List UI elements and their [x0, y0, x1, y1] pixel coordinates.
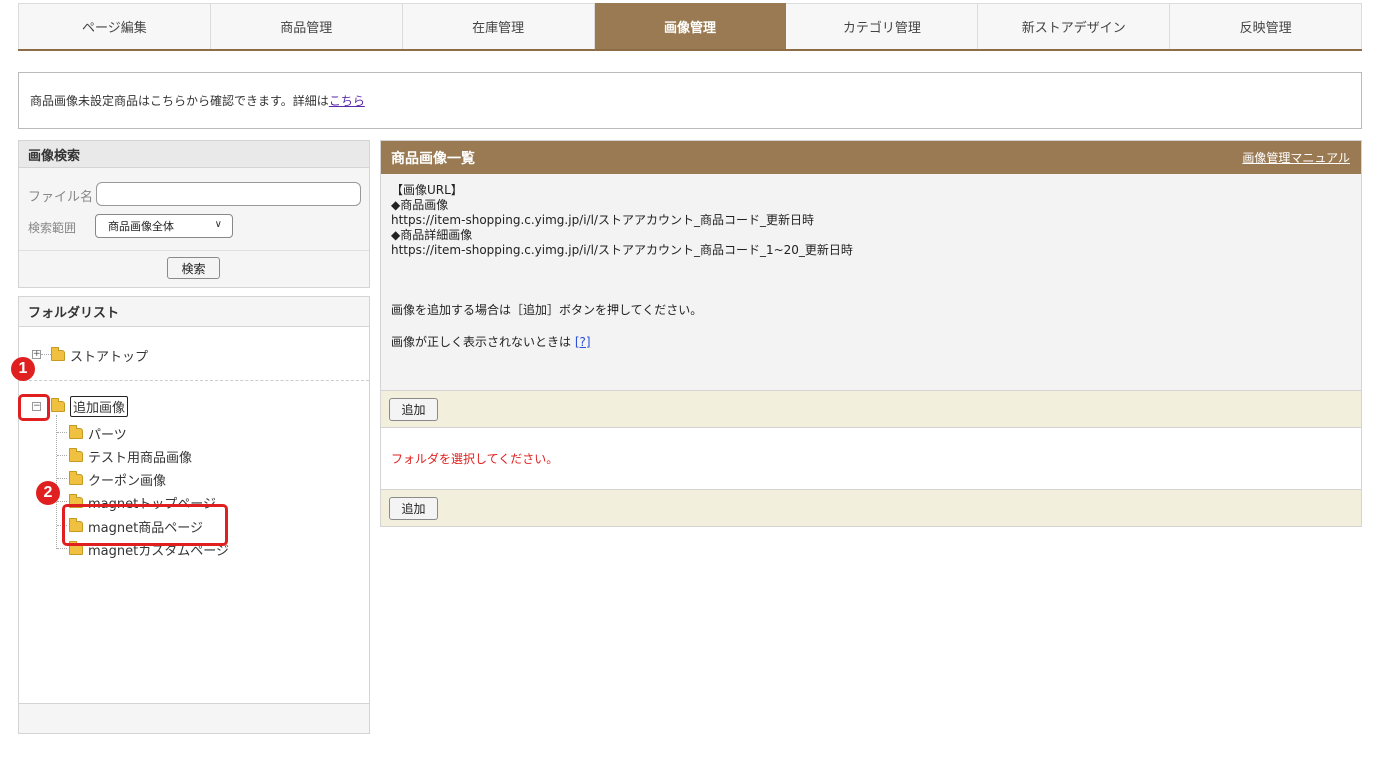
tab-publish-management[interactable]: 反映管理 — [1170, 3, 1363, 49]
image-search-title: 画像検索 — [19, 141, 369, 168]
tree-item-label: 追加画像 — [70, 396, 129, 417]
tab-new-store-design[interactable]: 新ストアデザイン — [978, 3, 1171, 49]
add-button-bottom[interactable]: 追加 — [389, 496, 438, 520]
folder-icon — [51, 398, 65, 412]
tree-item-added-images[interactable]: 追加画像 — [51, 396, 129, 417]
panel-title: 商品画像一覧 — [391, 150, 475, 167]
tree-line — [57, 548, 67, 549]
tree-item-coupon-images[interactable]: クーポン画像 — [69, 470, 166, 489]
tree-item-label: パーツ — [88, 428, 127, 443]
image-manual-link[interactable]: 画像管理マニュアル — [1242, 149, 1350, 166]
tree-line — [56, 415, 57, 549]
tree-item-label: クーポン画像 — [88, 474, 167, 489]
url-heading: 【画像URL】 — [391, 183, 463, 197]
divider — [19, 250, 369, 251]
search-scope-value: 商品画像全体 — [108, 220, 174, 233]
tree-item-store-top[interactable]: ストアトップ — [51, 346, 148, 365]
add-instruction: 画像を追加する場合は［追加］ボタンを押してください。 — [391, 303, 703, 317]
search-button[interactable]: 検索 — [167, 257, 220, 279]
expand-store-top-toggle[interactable]: + — [32, 350, 41, 359]
display-help-line: 画像が正しく表示されないときは [?] — [391, 335, 1361, 350]
tree-line — [57, 432, 67, 433]
folder-list-title: フォルダリスト — [19, 297, 369, 327]
tree-item-test-product-images[interactable]: テスト用商品画像 — [69, 447, 192, 466]
tree-item-label: テスト用商品画像 — [88, 451, 193, 466]
tab-page-edit[interactable]: ページ編集 — [18, 3, 211, 49]
add-button-top[interactable]: 追加 — [389, 397, 438, 421]
step-1-badge: 1 — [11, 357, 35, 381]
step-2-highlight — [62, 504, 228, 546]
add-bar-top: 追加 — [381, 391, 1361, 428]
tree-item-parts[interactable]: パーツ — [69, 424, 127, 443]
chevron-down-icon: ∨ — [214, 219, 222, 230]
folder-icon — [51, 347, 65, 361]
tab-product-management[interactable]: 商品管理 — [210, 3, 403, 49]
search-scope-label: 検索範囲 — [28, 221, 77, 235]
help-link[interactable]: [?] — [575, 335, 591, 349]
tree-line — [57, 501, 67, 502]
folder-icon — [69, 448, 83, 462]
add-bar-bottom: 追加 — [381, 490, 1361, 527]
tab-inventory-management[interactable]: 在庫管理 — [402, 3, 595, 49]
main-nav-tabs: ページ編集 商品管理 在庫管理 画像管理 カテゴリ管理 新ストアデザイン 反映管… — [18, 3, 1363, 51]
search-scope-select[interactable]: 商品画像全体 ∨ — [95, 214, 233, 238]
filename-input[interactable] — [96, 182, 361, 206]
select-folder-message: フォルダを選択してください。 — [381, 428, 1361, 490]
detail-image-url: https://item-shopping.c.yimg.jp/i/l/ストアア… — [391, 243, 853, 257]
divider — [19, 380, 369, 381]
folder-list-footer — [19, 703, 369, 733]
product-image-label: ◆商品画像 — [391, 198, 449, 212]
notice-box: 商品画像未設定商品はこちらから確認できます。詳細は こちら — [18, 72, 1362, 129]
tree-line — [57, 455, 67, 456]
product-image-url: https://item-shopping.c.yimg.jp/i/l/ストアア… — [391, 213, 814, 227]
image-search-panel: 画像検索 ファイル名 検索範囲 商品画像全体 ∨ 検索 — [18, 140, 370, 288]
tree-line — [41, 354, 51, 355]
image-url-info: 【画像URL】 ◆商品画像 https://item-shopping.c.yi… — [381, 174, 1361, 391]
notice-text: 商品画像未設定商品はこちらから確認できます。詳細は — [30, 94, 329, 108]
detail-image-label: ◆商品詳細画像 — [391, 228, 473, 242]
tab-category-management[interactable]: カテゴリ管理 — [786, 3, 979, 49]
filename-label: ファイル名 — [28, 190, 94, 205]
panel-header: 商品画像一覧 画像管理マニュアル — [381, 141, 1361, 174]
tab-image-management[interactable]: 画像管理 — [594, 3, 787, 49]
product-image-list-panel: 商品画像一覧 画像管理マニュアル 【画像URL】 ◆商品画像 https://i… — [380, 140, 1362, 527]
step-1-highlight — [18, 394, 50, 421]
step-2-badge: 2 — [36, 481, 60, 505]
folder-icon — [69, 425, 83, 439]
folder-icon — [69, 471, 83, 485]
tree-line — [57, 478, 67, 479]
notice-details-link[interactable]: こちら — [329, 92, 365, 109]
tree-item-label: ストアトップ — [70, 350, 149, 365]
display-help-text: 画像が正しく表示されないときは — [391, 335, 572, 349]
